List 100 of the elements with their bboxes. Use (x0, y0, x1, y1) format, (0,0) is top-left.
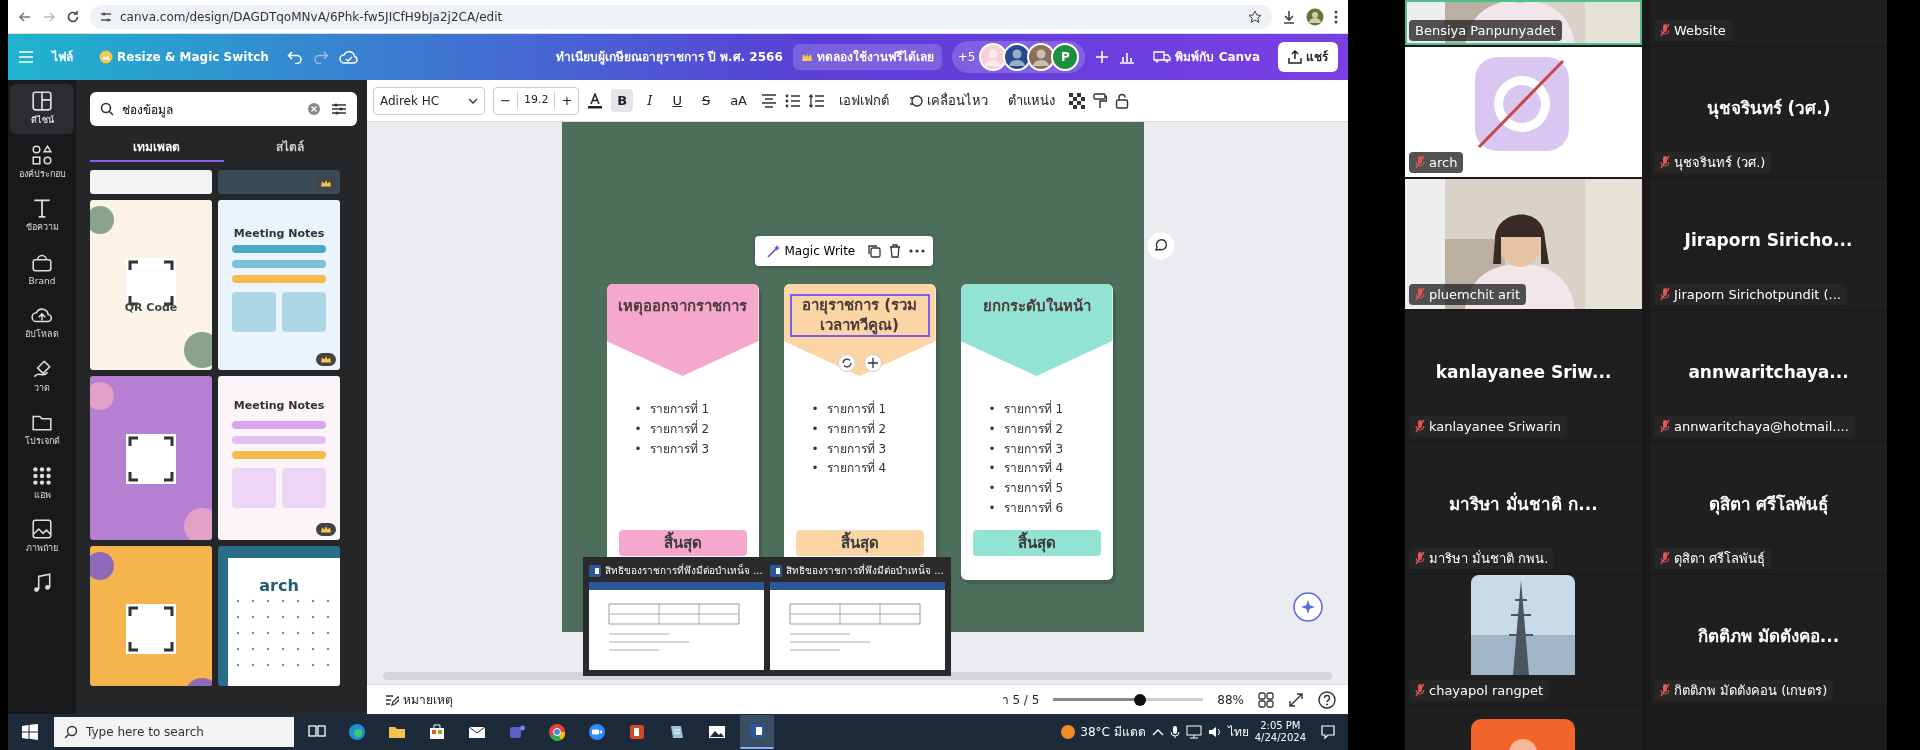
page-indicator[interactable]: า 5 / 5 (1001, 690, 1040, 709)
card-footer-button[interactable]: สิ้นสุด (618, 529, 747, 556)
magic-sparkle-icon[interactable] (1293, 592, 1323, 622)
panel-tab[interactable]: เทมเพลต (90, 134, 224, 162)
card-heading[interactable]: เหตุออกจากราชการ (616, 295, 749, 319)
sidebar-item[interactable]: วาด (10, 351, 74, 401)
card-heading[interactable]: อายุราชการ (รวมเวลาทวีคูณ) (789, 294, 930, 337)
template-title: Meeting Notes (232, 398, 326, 414)
back-icon[interactable] (18, 9, 32, 24)
trial-button[interactable]: ทดลองใช้งานฟรีได้เลย (792, 44, 942, 70)
copy-icon[interactable] (867, 244, 882, 258)
bookmark-star-icon[interactable] (1248, 9, 1262, 24)
clock-date[interactable]: 4/24/2024 (1254, 732, 1306, 744)
font-dropdown[interactable]: Adirek HC (373, 86, 485, 115)
search-icon (64, 725, 78, 739)
taskbar-app[interactable] (740, 715, 774, 749)
format-button[interactable]: U (666, 88, 688, 113)
start-icon[interactable] (22, 724, 38, 740)
search-field[interactable]: ช่องข้อมูล (90, 92, 357, 126)
format-button[interactable]: S (695, 88, 717, 113)
template-thumbnail[interactable] (90, 170, 212, 194)
document-icon (589, 564, 601, 577)
bullet-point: • (811, 401, 819, 418)
decrease-size-button[interactable]: − (494, 88, 517, 113)
font-size-field[interactable]: 19.2 (516, 92, 556, 109)
grid-view-icon[interactable] (1258, 691, 1274, 708)
add-comment-icon[interactable] (1147, 232, 1175, 260)
input-language[interactable]: ไทย (1227, 723, 1249, 741)
format-button[interactable]: I (641, 88, 659, 113)
sidebar-item[interactable]: แอพ (10, 458, 74, 508)
slider-thumb[interactable] (1134, 693, 1147, 706)
sidebar-item[interactable]: โปรเจกต์ (10, 405, 74, 455)
template-thumbnail[interactable]: Meeting Notes (218, 376, 340, 540)
collaborator-avatar[interactable] (979, 43, 1008, 71)
reload-icon[interactable] (66, 9, 80, 24)
app-avatar-icon (1475, 57, 1569, 151)
help-icon[interactable] (1318, 690, 1336, 709)
clock-time[interactable]: 2:05 PM (1260, 720, 1301, 732)
list-icon[interactable] (785, 93, 801, 108)
collaborator-count[interactable]: +5 (957, 48, 976, 66)
line-spacing-icon[interactable] (809, 93, 825, 108)
move-handle-icon[interactable] (863, 354, 882, 372)
more-icon[interactable] (909, 249, 926, 253)
card-heading[interactable]: ยกกระดับในหน้า (980, 295, 1093, 319)
crown-icon (99, 50, 113, 64)
share-button[interactable]: แชร์ (1278, 42, 1338, 72)
notes-button[interactable]: หมายเหตุ (379, 688, 459, 711)
chart-icon[interactable] (1119, 50, 1136, 64)
magic-write-button[interactable]: Magic Write (762, 240, 860, 262)
card-footer-button[interactable]: สิ้นสุด (795, 529, 924, 556)
zoom-reading[interactable]: 88% (1217, 690, 1244, 709)
fullscreen-icon[interactable] (1288, 691, 1304, 708)
sidebar-item[interactable]: ข้อความ (10, 191, 74, 241)
sidebar-item[interactable]: อัปโหลด (10, 298, 74, 348)
clear-icon[interactable] (307, 102, 321, 116)
microphone-icon[interactable] (1169, 725, 1180, 739)
template-thumbnail[interactable]: QR Code (90, 200, 212, 370)
profile-avatar-icon[interactable] (1306, 7, 1324, 26)
filter-icon[interactable] (331, 102, 347, 116)
undo-icon[interactable] (286, 50, 303, 64)
sidebar-item[interactable]: ภาพถ่าย (10, 512, 74, 562)
rotate-handle-icon[interactable] (837, 354, 856, 372)
weather-widget[interactable]: 38°C มีแดด (1060, 723, 1146, 741)
network-icon[interactable] (1185, 725, 1202, 739)
template-thumbnail[interactable]: arch (218, 546, 340, 686)
trash-icon[interactable] (889, 244, 902, 258)
sidebar-item[interactable]: Brand (10, 244, 74, 294)
collaborator-avatar[interactable]: P (1051, 43, 1080, 71)
lock-icon[interactable] (1115, 92, 1129, 109)
taskbar-search-field[interactable]: Type here to search (54, 717, 294, 747)
template-thumbnail[interactable]: Meeting Notes (218, 200, 340, 370)
sidebar-item[interactable]: ดีไซน์ (10, 84, 74, 134)
align-center-icon[interactable] (761, 93, 777, 108)
document-title[interactable]: ทำเนียบผู้เกษียณอายุราชการ ปี พ.ศ. 2566 (555, 48, 783, 66)
increase-size-button[interactable]: + (555, 88, 579, 113)
position-button[interactable]: ตำแหน่ง (1002, 88, 1061, 113)
notification-icon[interactable] (1320, 724, 1336, 740)
format-button[interactable]: B (611, 88, 634, 113)
template-thumbnail[interactable] (218, 170, 340, 194)
collaborator-avatar[interactable] (1003, 43, 1032, 71)
panel-tab[interactable]: สไตล์ (223, 134, 357, 162)
add-icon[interactable] (1095, 50, 1110, 64)
animate-button[interactable]: เคลื่อนไหว (903, 88, 994, 113)
effects-button[interactable]: เอฟเฟกต์ (833, 88, 895, 113)
transparency-icon[interactable] (1069, 92, 1085, 109)
format-button[interactable]: aA (724, 88, 753, 113)
document-thumbnail[interactable] (589, 582, 764, 670)
card-footer-button[interactable]: สิ้นสุด (972, 529, 1101, 556)
address-bar[interactable]: canva.com/design/DAGDTqoMNvA/6Phk-fw5JICfH9bJa2j2CA/edit (90, 4, 1272, 29)
volume-icon[interactable] (1207, 725, 1222, 739)
animate-icon (909, 93, 923, 108)
download-icon[interactable] (1282, 9, 1296, 24)
truck-icon (1153, 51, 1172, 63)
more-menu-icon[interactable] (1334, 9, 1338, 24)
print-button[interactable]: พิมพ์กับ Canva (1145, 44, 1268, 70)
sidebar-item[interactable]: องค์ประกอบ (10, 137, 74, 187)
document-thumbnail[interactable] (770, 582, 945, 670)
tray-chevron-icon[interactable] (1151, 728, 1164, 736)
paint-roller-icon[interactable] (1093, 92, 1107, 109)
text-color-icon[interactable] (587, 92, 604, 109)
